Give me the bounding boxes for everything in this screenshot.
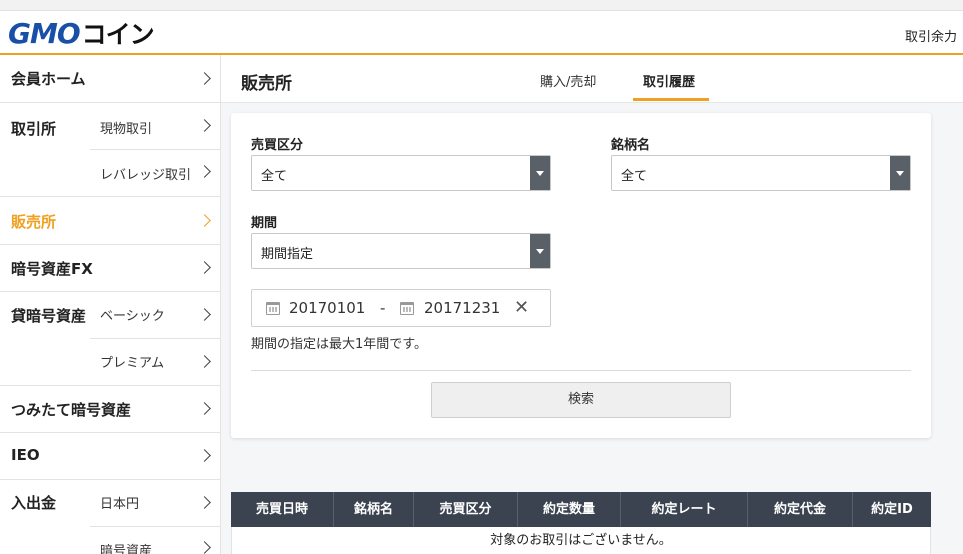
sidebar-item-leverage-trading[interactable]: レバレッジ取引: [0, 150, 220, 196]
period-label: 期間: [251, 216, 278, 231]
column-header[interactable]: 銘柄名: [334, 492, 414, 527]
form-divider: [251, 370, 911, 371]
date-separator: -: [380, 299, 386, 317]
sidebar-item-spot-trading[interactable]: 現物取引: [0, 103, 220, 149]
sidebar-item-sales-office[interactable]: 販売所: [0, 197, 220, 244]
sidebar-item-label: 販売所: [11, 213, 57, 231]
logo-coin-text: コイン: [81, 20, 155, 49]
table-header: 売買日時 銘柄名 売買区分 約定数量 約定レート 約定代金 約定ID: [231, 492, 931, 527]
tab-buy-sell[interactable]: 購入/売却: [540, 71, 596, 90]
sidebar-item-crypto-fx[interactable]: 暗号資産FX: [0, 245, 220, 291]
tab-trade-history[interactable]: 取引履歴: [643, 71, 695, 90]
column-header[interactable]: 約定ID: [853, 492, 931, 527]
chevron-right-icon: [198, 214, 211, 227]
page-title: 販売所: [241, 74, 292, 94]
active-tab-indicator: [633, 98, 709, 101]
sidebar-item-label: つみたて暗号資産: [11, 401, 132, 419]
symbol-select[interactable]: 全て: [611, 155, 911, 191]
chevron-right-icon: [198, 72, 211, 85]
sidebar-item-jpy[interactable]: 日本円: [0, 480, 220, 526]
period-value: 期間指定: [261, 247, 314, 262]
symbol-value: 全て: [621, 169, 648, 184]
date-to-input[interactable]: 20171231: [424, 299, 500, 317]
chevron-right-icon: [198, 496, 211, 509]
chevron-right-icon: [198, 449, 211, 462]
trade-type-select[interactable]: 全て: [251, 155, 551, 191]
sidebar-item-label: 日本円: [100, 497, 140, 512]
sidebar: 会員ホーム 取引所 現物取引 レバレッジ取引 販売所 暗号資産FX 貸暗号資産 …: [0, 55, 221, 554]
search-form-card: 売買区分 全て 銘柄名 全て 期間 期間指定 20170101 - 201712…: [231, 113, 931, 438]
sidebar-item-label: IEO: [11, 446, 40, 464]
trade-type-label: 売買区分: [251, 138, 304, 153]
browser-top-strip: [0, 0, 963, 11]
dropdown-arrow-icon: [530, 156, 550, 190]
period-select[interactable]: 期間指定: [251, 233, 551, 269]
date-range-input: 20170101 - 20171231 ✕: [251, 289, 551, 327]
chevron-right-icon: [198, 308, 211, 321]
sidebar-item-ieo[interactable]: IEO: [0, 433, 220, 479]
sidebar-item-basic[interactable]: ベーシック: [0, 292, 220, 338]
column-header[interactable]: 売買区分: [414, 492, 518, 527]
period-note: 期間の指定は最大1年間です。: [251, 337, 427, 352]
chevron-right-icon: [198, 402, 211, 415]
sidebar-item-premium[interactable]: プレミアム: [0, 339, 220, 385]
chevron-right-icon: [198, 261, 211, 274]
sidebar-item-label: プレミアム: [100, 356, 165, 371]
sidebar-item-label: 暗号資産FX: [11, 260, 93, 278]
chevron-right-icon: [198, 165, 211, 178]
chevron-right-icon: [198, 355, 211, 368]
dropdown-arrow-icon: [890, 156, 910, 190]
trading-capacity-link[interactable]: 取引余力: [905, 26, 957, 45]
gmo-coin-logo[interactable]: GMO コイン: [8, 16, 155, 50]
sidebar-item-label: 現物取引: [100, 122, 153, 137]
clear-dates-icon[interactable]: ✕: [514, 297, 529, 318]
date-from-input[interactable]: 20170101: [289, 299, 365, 317]
sidebar-item-crypto-savings[interactable]: つみたて暗号資産: [0, 386, 220, 432]
trade-type-value: 全て: [261, 169, 288, 184]
sidebar-item-label: ベーシック: [100, 309, 165, 324]
logo-gmo-text: GMO: [8, 16, 81, 50]
page-topnav: 販売所 購入/売却 取引履歴: [221, 55, 963, 103]
sidebar-item-label: レバレッジ取引: [100, 168, 192, 183]
trade-history-table: 売買日時 銘柄名 売買区分 約定数量 約定レート 約定代金 約定ID 対象のお取…: [231, 492, 931, 554]
column-header[interactable]: 約定数量: [518, 492, 621, 527]
sidebar-item-crypto[interactable]: 暗号資産: [0, 527, 220, 554]
empty-message: 対象のお取引はございません。: [231, 527, 931, 554]
symbol-label: 銘柄名: [611, 138, 651, 153]
chevron-right-icon: [198, 119, 211, 132]
sidebar-item-member-home[interactable]: 会員ホーム: [0, 55, 220, 102]
calendar-icon[interactable]: [400, 302, 414, 315]
column-header[interactable]: 約定レート: [621, 492, 748, 527]
column-header[interactable]: 売買日時: [231, 492, 334, 527]
chevron-right-icon: [198, 541, 211, 554]
search-button[interactable]: 検索: [431, 382, 731, 418]
calendar-icon[interactable]: [266, 302, 280, 315]
app-header: GMO コイン 取引余力: [0, 11, 963, 55]
column-header[interactable]: 約定代金: [748, 492, 853, 527]
sidebar-item-label: 会員ホーム: [11, 70, 86, 88]
sidebar-item-label: 暗号資産: [100, 544, 153, 554]
dropdown-arrow-icon: [530, 234, 550, 268]
